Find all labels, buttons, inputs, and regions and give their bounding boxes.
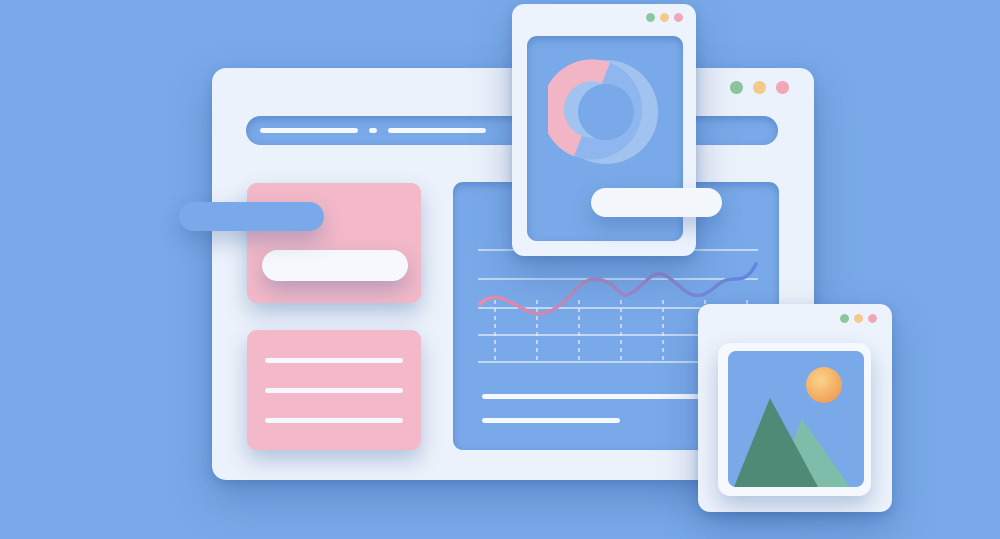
content-card-top[interactable] [247, 183, 421, 303]
text-line [265, 418, 403, 423]
minimize-dot-icon[interactable] [730, 81, 743, 94]
chart-caption-line [482, 418, 620, 423]
image-landscape-icon [734, 367, 850, 487]
close-dot-icon[interactable] [674, 13, 683, 22]
text-line [265, 358, 403, 363]
donut-chart-icon [548, 59, 658, 164]
minimize-dot-icon[interactable] [646, 13, 655, 22]
address-bar-text-line [388, 128, 486, 133]
close-dot-icon[interactable] [868, 314, 877, 323]
close-dot-icon[interactable] [776, 81, 789, 94]
maximize-dot-icon[interactable] [753, 81, 766, 94]
maximize-dot-icon[interactable] [660, 13, 669, 22]
card-button-pill[interactable] [262, 250, 408, 281]
address-bar-separator [369, 128, 377, 133]
image-preview [728, 351, 864, 487]
address-bar-text-line [260, 128, 358, 133]
sun-icon [806, 367, 842, 403]
text-line [265, 388, 403, 393]
donut-label-pill[interactable] [591, 188, 722, 217]
floating-search-pill[interactable] [179, 202, 324, 231]
minimize-dot-icon[interactable] [840, 314, 849, 323]
maximize-dot-icon[interactable] [854, 314, 863, 323]
